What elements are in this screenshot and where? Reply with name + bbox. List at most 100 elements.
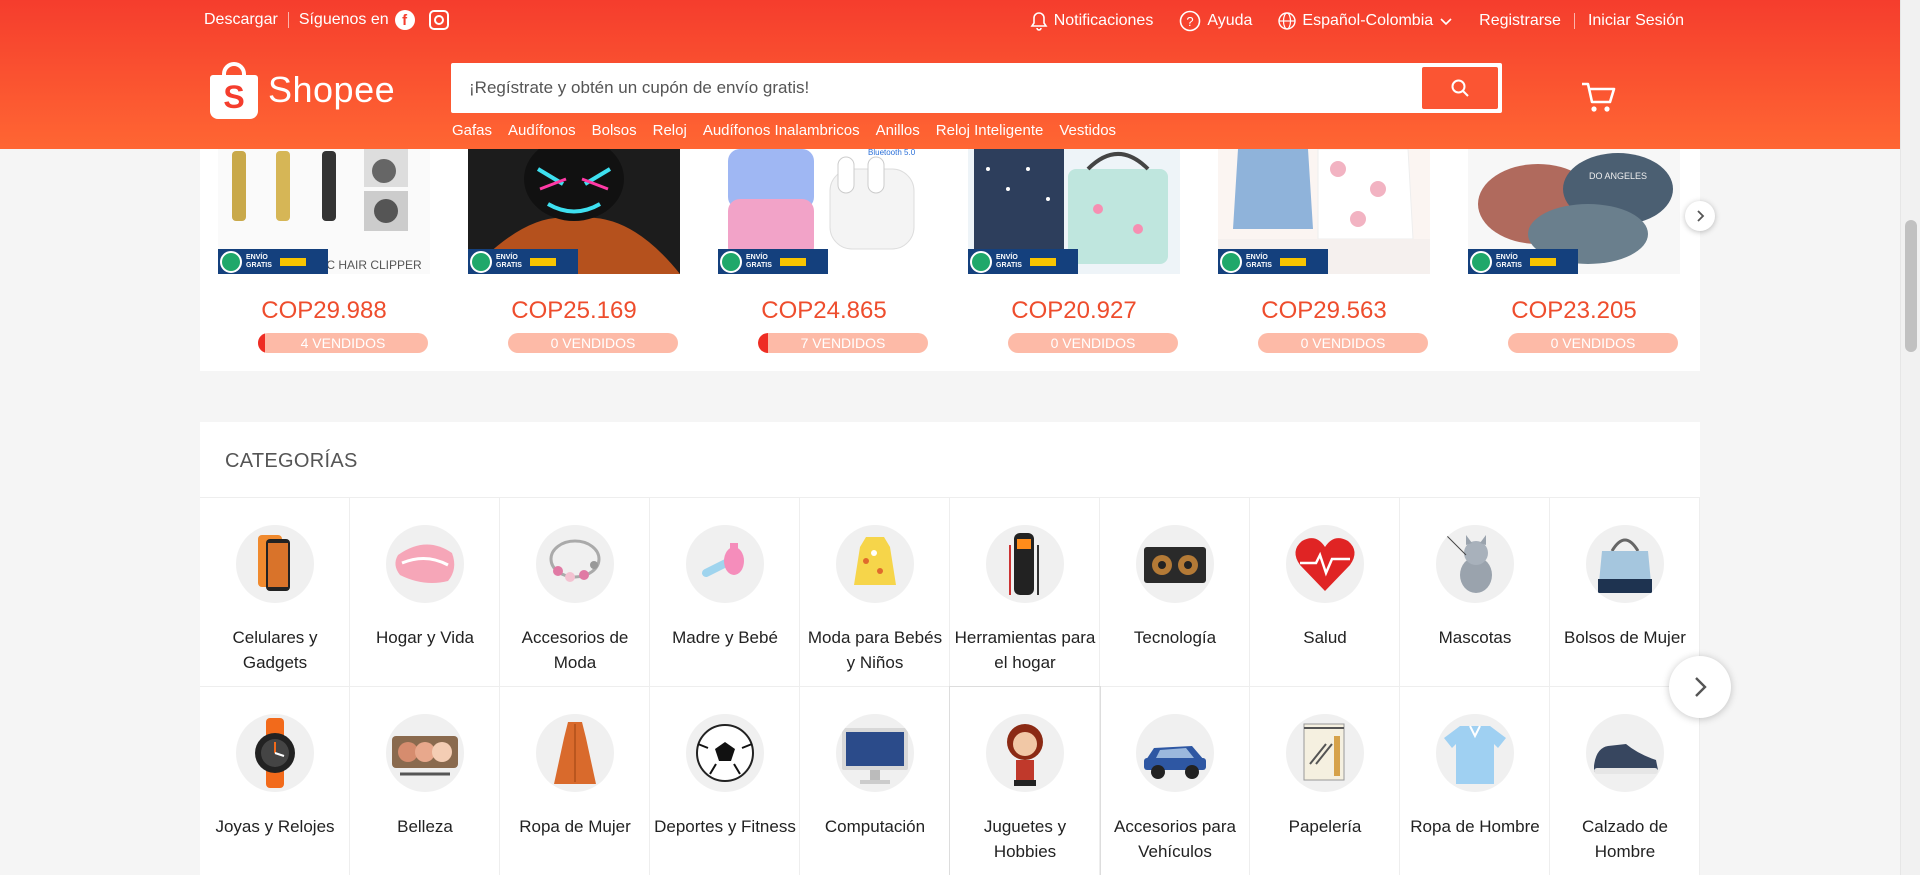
- category-item[interactable]: Hogar y Vida: [350, 498, 500, 687]
- multimeter-icon: [986, 525, 1064, 603]
- help-label: Ayuda: [1207, 12, 1253, 29]
- cat-icon: [1436, 525, 1514, 603]
- category-label: Accesorios de Moda: [521, 628, 629, 672]
- logo-text: Shopee: [268, 69, 396, 110]
- category-item[interactable]: Madre y Bebé: [650, 498, 800, 687]
- category-item[interactable]: Computación: [800, 687, 950, 875]
- category-label: Belleza: [397, 817, 453, 836]
- category-item[interactable]: Accesorios de Moda: [500, 498, 650, 687]
- keyword-link[interactable]: Reloj Inteligente: [936, 122, 1044, 139]
- category-label: Herramientas para el hogar: [954, 628, 1096, 672]
- currency-label: COP: [261, 297, 314, 324]
- bracelet-icon: [536, 525, 614, 603]
- category-item[interactable]: Celulares y Gadgets: [200, 498, 350, 687]
- keyword-link[interactable]: Vestidos: [1059, 122, 1116, 139]
- category-item[interactable]: Calzado de Hombre: [1550, 687, 1700, 875]
- price-value: 23.205: [1563, 297, 1637, 324]
- category-item[interactable]: Joyas y Relojes: [200, 687, 350, 875]
- svg-text:DO ANGELES: DO ANGELES: [1589, 171, 1647, 181]
- category-label: Calzado de Hombre: [1581, 817, 1668, 861]
- bell-icon: [1030, 12, 1048, 31]
- svg-text:Bluetooth 5.0: Bluetooth 5.0: [868, 149, 916, 157]
- sold-count-label: 7 VENDIDOS: [800, 335, 886, 351]
- download-link[interactable]: Descargar: [204, 11, 278, 29]
- category-item[interactable]: Tecnología: [1100, 498, 1250, 687]
- free-shipping-icon: [1220, 250, 1242, 273]
- category-label: Moda para Bebés y Niños: [807, 628, 943, 672]
- category-item[interactable]: Ropa de Mujer: [500, 687, 650, 875]
- scrollbar-thumb[interactable]: [1905, 220, 1917, 352]
- category-label: Madre y Bebé: [672, 628, 778, 647]
- register-link[interactable]: Registrarse: [1479, 12, 1561, 30]
- help-link[interactable]: ? Ayuda: [1179, 10, 1252, 32]
- keyword-link[interactable]: Bolsos: [592, 122, 637, 139]
- page-scrollbar[interactable]: [1900, 0, 1920, 875]
- currency-label: COP: [511, 297, 564, 324]
- shopee-logo[interactable]: S Shopee: [210, 62, 396, 119]
- category-item[interactable]: Moda para Bebés y Niños: [800, 498, 950, 687]
- categories-next-button[interactable]: [1669, 656, 1731, 718]
- search-button[interactable]: [1422, 67, 1498, 109]
- sold-progress-bar: 0 VENDIDOS: [508, 333, 678, 353]
- chevron-right-icon: [1695, 677, 1707, 697]
- free-shipping-badge: ENVÍO GRATIS: [468, 249, 578, 274]
- keyword-link[interactable]: Gafas: [452, 122, 492, 139]
- cart-icon[interactable]: [1580, 80, 1616, 114]
- category-item[interactable]: Belleza: [350, 687, 500, 875]
- handbag-icon: [1586, 525, 1664, 603]
- category-item[interactable]: Accesorios para Vehículos: [1100, 687, 1250, 875]
- baby-dress-icon: [836, 525, 914, 603]
- divider: [1573, 13, 1575, 29]
- currency-label: COP: [1511, 297, 1564, 324]
- carousel-next-button[interactable]: [1685, 201, 1715, 231]
- product-image: ENVÍO GRATIS: [468, 149, 680, 274]
- product-image: Bluetooth 5.0 ENVÍO GRATIS: [718, 149, 930, 274]
- sold-progress-bar: 0 VENDIDOS: [1508, 333, 1678, 353]
- free-shipping-icon: [220, 250, 242, 273]
- language-selector[interactable]: Español-Colombia: [1278, 12, 1453, 30]
- sneaker-icon: [1586, 714, 1664, 792]
- category-item[interactable]: Herramientas para el hogar: [950, 498, 1100, 687]
- instagram-icon[interactable]: [428, 10, 449, 30]
- search-input[interactable]: [451, 63, 1421, 113]
- sold-count-label: 0 VENDIDOS: [1050, 335, 1136, 351]
- category-item[interactable]: Ropa de Hombre: [1400, 687, 1550, 875]
- category-item[interactable]: Papelería: [1250, 687, 1400, 875]
- category-item[interactable]: Juguetes y Hobbies: [950, 687, 1100, 875]
- currency-label: COP: [761, 297, 814, 324]
- product-price: COP29.988: [218, 297, 430, 325]
- login-link[interactable]: Iniciar Sesión: [1588, 12, 1684, 30]
- heart-icon: [1286, 525, 1364, 603]
- sold-count-label: 0 VENDIDOS: [550, 335, 636, 351]
- category-item[interactable]: Bolsos de Mujer: [1550, 498, 1700, 687]
- pillow-icon: [386, 525, 464, 603]
- free-shipping-badge: ENVÍO GRATIS: [968, 249, 1078, 274]
- chevron-right-icon: [1697, 210, 1705, 222]
- keyword-link[interactable]: Anillos: [876, 122, 920, 139]
- trending-keywords: Gafas Audífonos Bolsos Reloj Audífonos I…: [452, 122, 1116, 139]
- free-shipping-icon: [470, 250, 492, 273]
- category-label: Mascotas: [1438, 628, 1512, 647]
- categories-title: CATEGORÍAS: [225, 450, 358, 472]
- free-shipping-icon: [720, 250, 742, 273]
- category-item[interactable]: Mascotas: [1400, 498, 1550, 687]
- category-item[interactable]: Salud: [1250, 498, 1400, 687]
- sold-count-label: 4 VENDIDOS: [300, 335, 386, 351]
- figure-icon: [986, 714, 1064, 792]
- sold-progress-bar: 7 VENDIDOS: [758, 333, 928, 353]
- free-shipping-icon: [970, 250, 992, 273]
- categories-section: CATEGORÍAS Celulares y Gadgets Hogar y Vi…: [200, 422, 1700, 875]
- keyword-link[interactable]: Reloj: [653, 122, 687, 139]
- category-item[interactable]: Deportes y Fitness: [650, 687, 800, 875]
- help-icon: ?: [1180, 10, 1201, 32]
- notifications-link[interactable]: Notificaciones: [1030, 11, 1154, 31]
- keyword-link[interactable]: Audífonos Inalambricos: [703, 122, 860, 139]
- notifications-label: Notificaciones: [1053, 12, 1154, 29]
- facebook-icon[interactable]: f: [394, 10, 415, 30]
- price-value: 25.169: [563, 297, 637, 324]
- sold-count-label: 0 VENDIDOS: [1550, 335, 1636, 351]
- keyword-link[interactable]: Audífonos: [508, 122, 576, 139]
- divider: [287, 12, 289, 28]
- notebook-icon: [1286, 714, 1364, 792]
- category-label: Hogar y Vida: [376, 628, 474, 647]
